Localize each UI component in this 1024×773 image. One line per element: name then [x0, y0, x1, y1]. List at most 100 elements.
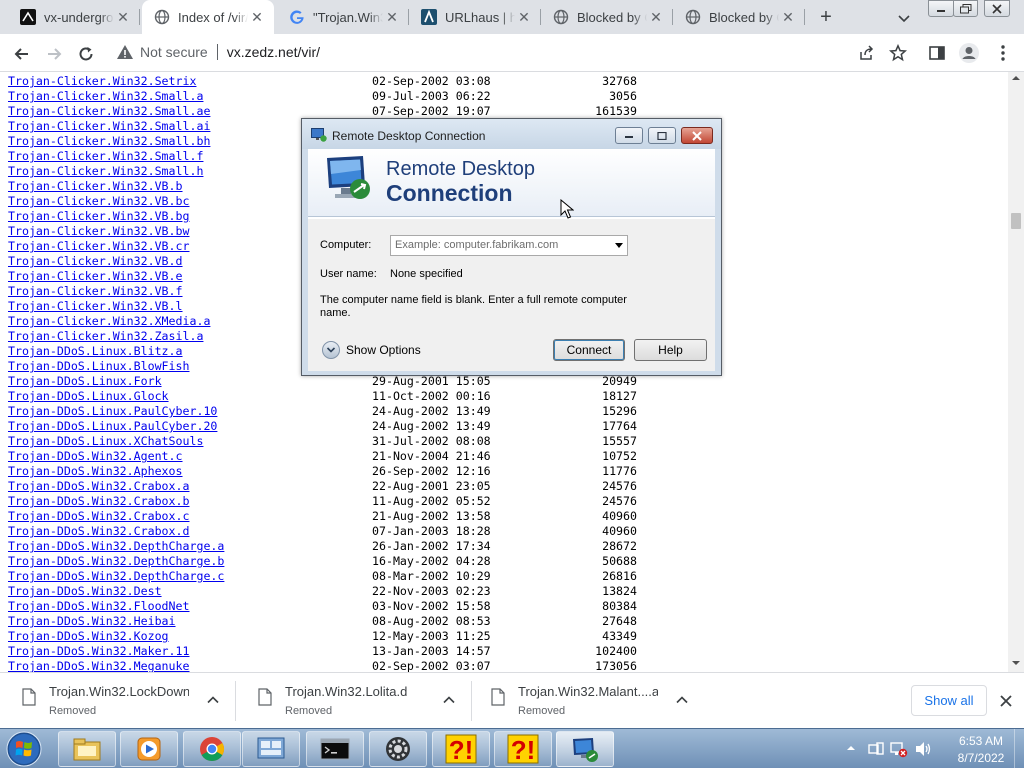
- tab-2[interactable]: Index of /vir/✕: [142, 0, 274, 34]
- help-button[interactable]: Help: [634, 339, 707, 361]
- dialog-minimize-button[interactable]: [615, 127, 643, 144]
- close-download-shelf-button[interactable]: [997, 692, 1015, 710]
- download-item[interactable]: Trojan.Win32.Malant....a Removed: [469, 673, 705, 729]
- show-options-label[interactable]: Show Options: [346, 343, 421, 357]
- taskbar-app-button[interactable]: [58, 731, 116, 767]
- show-desktop-button[interactable]: [1014, 729, 1024, 769]
- tab-5[interactable]: Blocked by C ✕: [541, 0, 673, 34]
- taskbar-app-button[interactable]: ?!: [494, 731, 552, 767]
- file-link[interactable]: Trojan-Clicker.Win32.XMedia.a: [8, 314, 210, 329]
- network-tray-icon[interactable]: [890, 740, 908, 758]
- tab-6[interactable]: Blocked by C ✕: [673, 0, 805, 34]
- file-link[interactable]: Trojan-DDoS.Win32.Crabox.a: [8, 479, 189, 494]
- download-item[interactable]: Trojan.Win32.Lolita.d Removed: [236, 673, 472, 729]
- tab-search-button[interactable]: [894, 8, 914, 28]
- computer-combobox[interactable]: Example: computer.fabrikam.com: [390, 235, 628, 256]
- show-hidden-icons-icon[interactable]: [847, 745, 855, 751]
- file-link[interactable]: Trojan-DDoS.Win32.Crabox.d: [8, 524, 189, 539]
- file-link[interactable]: Trojan-DDoS.Linux.Fork: [8, 374, 162, 389]
- show-all-downloads-button[interactable]: Show all: [911, 685, 987, 716]
- tab-close-icon[interactable]: ✕: [248, 8, 266, 26]
- reload-button[interactable]: [72, 40, 100, 68]
- chevron-up-icon[interactable]: [675, 693, 689, 707]
- bookmark-button[interactable]: [887, 42, 909, 64]
- tab-3[interactable]: "Trojan.Win32✕: [277, 0, 409, 34]
- dialog-maximize-button[interactable]: [648, 127, 676, 144]
- tab-1[interactable]: vx-underground✕: [8, 0, 140, 34]
- file-link[interactable]: Trojan-DDoS.Win32.FloodNet: [8, 599, 189, 614]
- download-item[interactable]: Trojan.Win32.LockDown Removed: [0, 673, 236, 729]
- back-button[interactable]: [8, 40, 36, 68]
- taskbar-app-button[interactable]: [183, 731, 241, 767]
- file-link[interactable]: Trojan-Clicker.Win32.VB.d: [8, 254, 183, 269]
- file-link[interactable]: Trojan-Clicker.Win32.VB.cr: [8, 239, 189, 254]
- file-link[interactable]: Trojan-Clicker.Win32.VB.b: [8, 179, 183, 194]
- taskbar-app-button[interactable]: [242, 731, 300, 767]
- file-link[interactable]: Trojan-DDoS.Win32.DepthCharge.b: [8, 554, 224, 569]
- tab-close-icon[interactable]: ✕: [779, 8, 797, 26]
- vertical-scrollbar[interactable]: [1008, 72, 1024, 672]
- file-link[interactable]: Trojan-DDoS.Win32.Agent.c: [8, 449, 183, 464]
- restore-button[interactable]: [953, 0, 978, 17]
- file-link[interactable]: Trojan-DDoS.Win32.DepthCharge.a: [8, 539, 224, 554]
- clock-time[interactable]: 6:53 AM: [950, 734, 1012, 748]
- file-link[interactable]: Trojan-DDoS.Win32.Meganuke: [8, 659, 189, 672]
- show-options-toggle[interactable]: [322, 341, 340, 359]
- file-link[interactable]: Trojan-DDoS.Win32.Dest: [8, 584, 162, 599]
- scroll-down-arrow-icon[interactable]: [1012, 660, 1020, 666]
- taskbar-app-button[interactable]: [306, 731, 364, 767]
- taskbar-app-button[interactable]: [369, 731, 427, 767]
- file-link[interactable]: Trojan-Clicker.Win32.Setrix: [8, 74, 196, 89]
- taskbar-app-button[interactable]: [120, 731, 178, 767]
- url-text[interactable]: vx.zedz.net/vir/: [227, 44, 320, 60]
- file-link[interactable]: Trojan-DDoS.Win32.DepthCharge.c: [8, 569, 224, 584]
- file-link[interactable]: Trojan-DDoS.Win32.Aphexos: [8, 464, 183, 479]
- menu-button[interactable]: [992, 42, 1014, 64]
- minimize-button[interactable]: [928, 0, 954, 17]
- file-link[interactable]: Trojan-Clicker.Win32.Zasil.a: [8, 329, 203, 344]
- file-link[interactable]: Trojan-DDoS.Linux.PaulCyber.20: [8, 419, 217, 434]
- clock-date[interactable]: 8/7/2022: [950, 751, 1012, 765]
- file-link[interactable]: Trojan-Clicker.Win32.Small.a: [8, 89, 203, 104]
- file-link[interactable]: Trojan-Clicker.Win32.Small.bh: [8, 134, 210, 149]
- tab-4[interactable]: URLhaus | htt✕: [409, 0, 541, 34]
- dropdown-arrow-icon[interactable]: [615, 243, 623, 248]
- tab-close-icon[interactable]: ✕: [383, 8, 401, 26]
- computer-placeholder[interactable]: Example: computer.fabrikam.com: [395, 239, 558, 251]
- file-link[interactable]: Trojan-Clicker.Win32.VB.bw: [8, 224, 189, 239]
- file-link[interactable]: Trojan-Clicker.Win32.Small.h: [8, 164, 203, 179]
- file-link[interactable]: Trojan-DDoS.Win32.Kozog: [8, 629, 169, 644]
- scrollbar-thumb[interactable]: [1011, 212, 1021, 229]
- tab-close-icon[interactable]: ✕: [114, 8, 132, 26]
- taskbar-app-button[interactable]: [556, 731, 614, 767]
- file-link[interactable]: Trojan-Clicker.Win32.VB.e: [8, 269, 183, 284]
- tab-close-icon[interactable]: ✕: [515, 8, 533, 26]
- share-button[interactable]: [855, 42, 877, 64]
- dialog-close-button[interactable]: [681, 127, 713, 144]
- tab-close-icon[interactable]: ✕: [647, 8, 665, 26]
- forward-button[interactable]: [40, 40, 68, 68]
- chevron-up-icon[interactable]: [206, 693, 220, 707]
- file-link[interactable]: Trojan-DDoS.Win32.Maker.11: [8, 644, 189, 659]
- window-close-button[interactable]: [984, 0, 1010, 17]
- file-link[interactable]: Trojan-DDoS.Win32.Heibai: [8, 614, 176, 629]
- file-link[interactable]: Trojan-DDoS.Linux.PaulCyber.10: [8, 404, 217, 419]
- start-button[interactable]: [2, 730, 46, 768]
- file-link[interactable]: Trojan-DDoS.Linux.XChatSouls: [8, 434, 203, 449]
- scroll-up-arrow-icon[interactable]: [1012, 75, 1020, 81]
- volume-tray-icon[interactable]: [914, 741, 932, 757]
- file-link[interactable]: Trojan-DDoS.Linux.Glock: [8, 389, 169, 404]
- dialog-titlebar[interactable]: Remote Desktop Connection: [302, 119, 721, 149]
- side-panel-button[interactable]: [926, 42, 948, 64]
- file-link[interactable]: Trojan-Clicker.Win32.Small.f: [8, 149, 203, 164]
- file-link[interactable]: Trojan-Clicker.Win32.Small.ai: [8, 119, 210, 134]
- new-tab-button[interactable]: +: [814, 6, 838, 30]
- devices-tray-icon[interactable]: [868, 741, 884, 757]
- chevron-up-icon[interactable]: [442, 693, 456, 707]
- file-link[interactable]: Trojan-Clicker.Win32.VB.bg: [8, 209, 189, 224]
- file-link[interactable]: Trojan-Clicker.Win32.VB.f: [8, 284, 183, 299]
- file-link[interactable]: Trojan-Clicker.Win32.VB.bc: [8, 194, 189, 209]
- connect-button[interactable]: Connect: [553, 339, 625, 361]
- file-link[interactable]: Trojan-DDoS.Linux.Blitz.a: [8, 344, 183, 359]
- taskbar-app-button[interactable]: ?!: [432, 731, 490, 767]
